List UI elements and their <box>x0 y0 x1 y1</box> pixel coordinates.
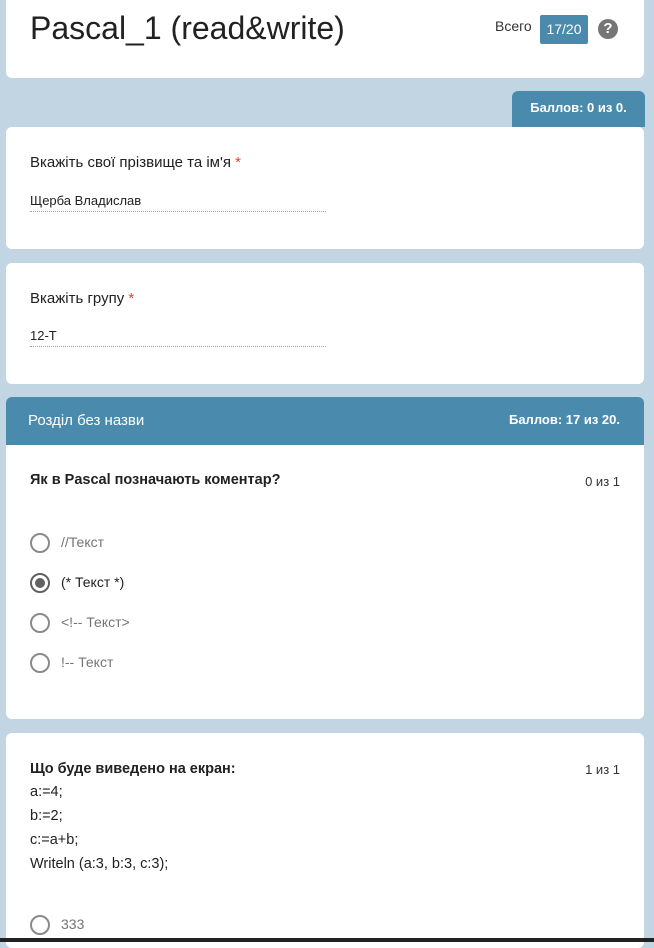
radio-button-selected[interactable] <box>30 573 50 593</box>
name-field-label: Вкажіть свої прізвище та ім'я * <box>30 154 241 171</box>
question-title: Як в Pascal позначають коментар? <box>30 472 281 488</box>
radio-button[interactable] <box>30 613 50 633</box>
question-points: 0 из 1 <box>585 474 620 489</box>
section-header: Розділ без назви Баллов: 17 из 20. <box>6 397 644 445</box>
group-field-value: 12-Т <box>30 328 326 347</box>
code-line: Writeln (a:3, b:3, c:3); <box>30 856 169 872</box>
name-field-value: Щерба Владислав <box>30 193 326 212</box>
section-score: Баллов: 17 из 20. <box>508 412 620 427</box>
code-line: b:=2; <box>30 808 63 824</box>
form-title: Pascal_1 (read&write) <box>30 10 345 46</box>
radio-button[interactable] <box>30 915 50 935</box>
help-icon[interactable]: ? <box>598 19 618 39</box>
option-label: (* Текст *) <box>61 574 125 590</box>
question-points: 1 из 1 <box>585 762 620 777</box>
name-field-card: Вкажіть свої прізвище та ім'я * Щерба Вл… <box>6 127 644 249</box>
bottom-divider <box>0 938 654 942</box>
total-score-label: Всего <box>495 18 532 34</box>
score-tab: Баллов: 0 из 0. <box>512 91 645 127</box>
radio-button[interactable] <box>30 533 50 553</box>
question-title: Що буде виведено на екран: <box>30 761 236 777</box>
code-line: a:=4; <box>30 784 63 800</box>
question-card-2: Що буде виведено на екран: 1 из 1 a:=4; … <box>6 733 644 948</box>
section-title: Розділ без назви <box>28 412 145 429</box>
required-mark: * <box>128 290 135 307</box>
option-label: !-- Текст <box>61 654 114 670</box>
option-label: //Текст <box>61 534 105 550</box>
form-header-card: Pascal_1 (read&write) Всего 17/20 ? <box>6 0 644 78</box>
option-label: <!-- Текст> <box>61 614 130 630</box>
total-score-badge: 17/20 <box>540 15 588 44</box>
group-field-label: Вкажіть групу * <box>30 290 134 307</box>
name-field-label-text: Вкажіть свої прізвище та ім'я <box>30 154 231 171</box>
question-card-1: Як в Pascal позначають коментар? 0 из 1 … <box>6 445 644 719</box>
option-label: 333 <box>61 916 85 932</box>
radio-button[interactable] <box>30 653 50 673</box>
group-field-label-text: Вкажіть групу <box>30 290 125 307</box>
code-line: c:=a+b; <box>30 832 79 848</box>
required-mark: * <box>235 154 241 171</box>
group-field-card: Вкажіть групу * 12-Т <box>6 263 644 384</box>
